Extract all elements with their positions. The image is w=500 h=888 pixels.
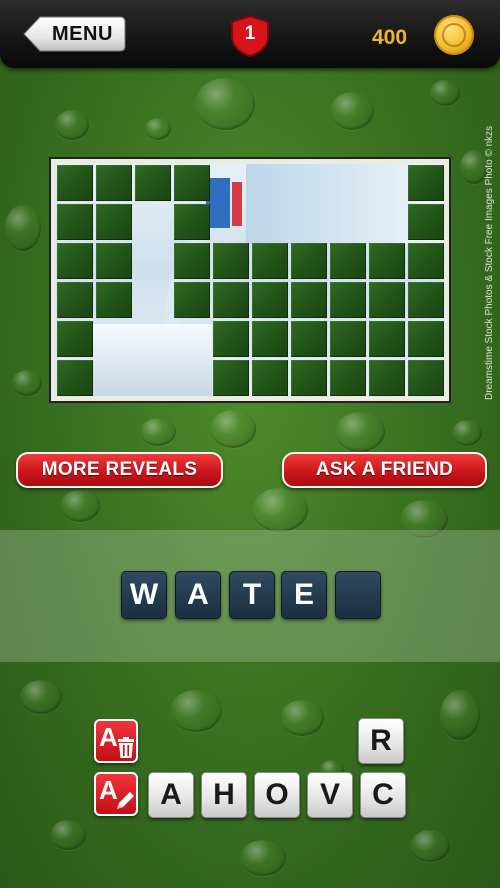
cover-tile xyxy=(252,243,288,279)
cover-tile xyxy=(57,321,93,357)
answer-slot[interactable]: T xyxy=(229,571,275,619)
answer-slot[interactable]: W xyxy=(121,571,167,619)
cover-tile xyxy=(213,360,249,396)
tool-letter: A xyxy=(99,722,118,752)
cover-tile xyxy=(330,360,366,396)
menu-label: MENU xyxy=(52,23,113,45)
remove-letters-button[interactable]: A xyxy=(94,719,138,763)
letter-key[interactable]: V xyxy=(307,772,353,818)
cover-tile xyxy=(408,165,444,201)
cover-tile xyxy=(213,321,249,357)
cover-tile xyxy=(252,282,288,318)
cover-tile xyxy=(408,204,444,240)
pencil-icon xyxy=(117,792,134,809)
coin-icon[interactable] xyxy=(434,15,474,55)
cover-tile xyxy=(96,282,132,318)
more-reveals-button[interactable]: MORE REVEALS xyxy=(16,452,223,488)
cover-tile xyxy=(369,243,405,279)
cover-tile xyxy=(252,321,288,357)
letter-key[interactable]: C xyxy=(360,772,406,818)
cover-tile xyxy=(174,165,210,201)
trash-icon xyxy=(118,737,134,758)
coin-count: 400 xyxy=(372,26,408,49)
reveal-letter-button[interactable]: A xyxy=(94,772,138,816)
level-badge: 1 xyxy=(228,14,272,58)
ask-a-friend-button[interactable]: ASK A FRIEND xyxy=(282,452,487,488)
cover-tile xyxy=(330,282,366,318)
cover-tile xyxy=(57,243,93,279)
cover-tile xyxy=(135,165,171,201)
image-credit: Dreamstime Stock Photos & Stock Free Ima… xyxy=(484,125,495,400)
answer-slot[interactable]: A xyxy=(175,571,221,619)
letter-key[interactable]: H xyxy=(201,772,247,818)
cover-tile xyxy=(408,243,444,279)
cover-tile xyxy=(291,243,327,279)
cover-tile xyxy=(213,243,249,279)
cover-tile xyxy=(174,204,210,240)
answer-slot[interactable]: E xyxy=(281,571,327,619)
cover-tile xyxy=(408,321,444,357)
cover-tile xyxy=(369,360,405,396)
level-number: 1 xyxy=(244,23,256,44)
cover-tile xyxy=(57,360,93,396)
cover-tile xyxy=(174,282,210,318)
cover-tile xyxy=(291,360,327,396)
menu-button[interactable]: MENU xyxy=(22,15,126,53)
cover-tile xyxy=(291,282,327,318)
cover-tile xyxy=(57,165,93,201)
cover-tile xyxy=(252,360,288,396)
cover-tile xyxy=(174,243,210,279)
puzzle-image xyxy=(56,164,444,396)
letter-key[interactable]: A xyxy=(148,772,194,818)
cover-tile xyxy=(408,282,444,318)
cover-tile xyxy=(96,243,132,279)
letter-key[interactable]: R xyxy=(358,718,404,764)
cover-tile xyxy=(57,282,93,318)
cover-tile xyxy=(408,360,444,396)
cover-tile xyxy=(369,282,405,318)
cover-tile xyxy=(369,321,405,357)
puzzle-frame xyxy=(49,157,451,403)
letter-key[interactable]: O xyxy=(254,772,300,818)
cover-tile xyxy=(57,204,93,240)
answer-slot-empty[interactable] xyxy=(335,571,381,619)
cover-tile xyxy=(96,165,132,201)
top-bar: MENU 1 400 xyxy=(0,0,500,68)
cover-tile xyxy=(330,321,366,357)
cover-tile xyxy=(213,282,249,318)
cover-tile xyxy=(291,321,327,357)
cover-tile xyxy=(96,204,132,240)
cover-tile xyxy=(330,243,366,279)
